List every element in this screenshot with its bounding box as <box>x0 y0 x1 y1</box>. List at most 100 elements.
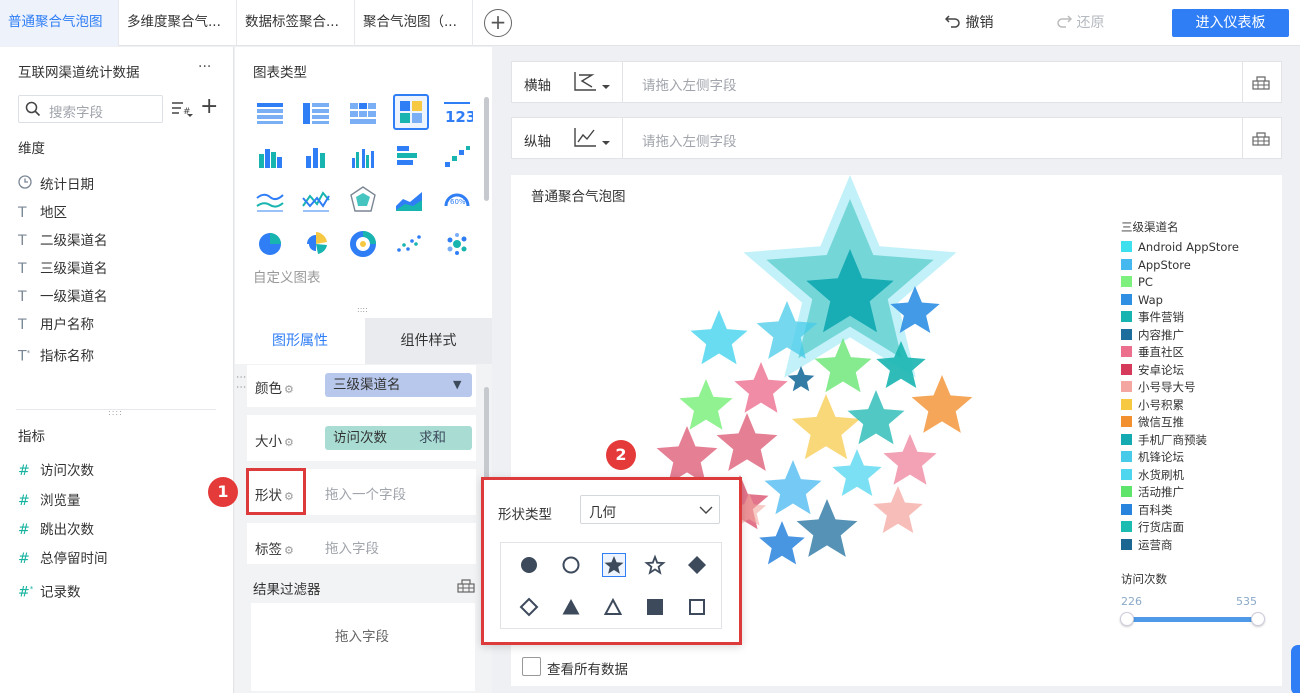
axis-settings-icon[interactable] <box>1252 130 1270 146</box>
tab-data-label-bubble[interactable]: 数据标签聚合... <box>237 0 355 46</box>
star-outline-shape-icon[interactable] <box>644 554 666 576</box>
panel-collapse-handle[interactable]: ⋮⋮ <box>235 372 246 392</box>
gear-icon[interactable]: ⚙ <box>284 383 294 396</box>
legend-item[interactable]: 垂直社区 <box>1121 344 1239 362</box>
star-bubble[interactable] <box>716 413 778 471</box>
diamond-shape-icon[interactable] <box>686 554 708 576</box>
resize-handle[interactable]: :::: <box>108 408 123 417</box>
legend-item[interactable]: Android AppStore <box>1121 239 1239 257</box>
crosstab-chart-icon[interactable] <box>300 96 332 128</box>
aggregation-label[interactable]: 求和 <box>419 426 446 450</box>
filter-icon[interactable]: ▼ <box>453 373 461 397</box>
card-chart-icon[interactable] <box>393 94 429 130</box>
circle-outline-shape-icon[interactable] <box>560 554 582 576</box>
square-outline-shape-icon[interactable] <box>686 596 708 618</box>
redo-button[interactable]: 还原 <box>1056 0 1104 46</box>
field-record-count[interactable]: #* 记录数 <box>18 577 81 601</box>
chart-type-scrollbar[interactable] <box>484 97 489 201</box>
horizontal-bar-icon[interactable] <box>393 140 425 172</box>
filter-drop-zone[interactable] <box>251 603 475 691</box>
add-field-icon[interactable]: + <box>200 96 218 118</box>
area-chart-icon[interactable] <box>393 184 425 216</box>
size-range-min-handle[interactable] <box>1120 612 1134 626</box>
legend-item[interactable]: 小号积累 <box>1121 397 1239 415</box>
circle-shape-icon[interactable] <box>518 554 540 576</box>
field-bounces[interactable]: # 跳出次数 <box>18 518 94 542</box>
legend-item[interactable]: 内容推广 <box>1121 327 1239 345</box>
star-bubble[interactable] <box>832 449 882 496</box>
tab-bubble-other[interactable]: 聚合气泡图（... <box>355 0 473 46</box>
tab-graphic-props[interactable]: 图形属性 <box>235 318 365 364</box>
field-visits[interactable]: # 访问次数 <box>18 459 94 483</box>
enter-dashboard-button[interactable]: 进入仪表板 <box>1172 9 1289 37</box>
kpi-number-icon[interactable]: 123 <box>441 96 473 128</box>
legend-item[interactable]: 机锋论坛 <box>1121 449 1239 467</box>
assistant-edge-icon[interactable] <box>1291 645 1300 693</box>
y-axis-type-icon[interactable] <box>574 126 612 152</box>
field-channel-l1[interactable]: T 一级渠道名 <box>18 285 108 309</box>
legend-item[interactable]: 活动推广 <box>1121 484 1239 502</box>
gauge-chart-icon[interactable]: 60% <box>441 184 473 216</box>
legend-item[interactable]: 小号导大号 <box>1121 379 1239 397</box>
tab-normal-bubble[interactable]: 普通聚合气泡图 <box>0 0 119 46</box>
search-field[interactable]: 搜索字段 <box>18 95 163 123</box>
y-axis-drop[interactable]: 纵轴 请拖入左侧字段 <box>511 117 1282 159</box>
custom-chart-label[interactable]: 自定义图表 <box>253 266 321 286</box>
star-bubble[interactable] <box>911 375 973 433</box>
field-user-name[interactable]: T 用户名称 <box>18 313 94 337</box>
resize-handle[interactable]: :::: <box>357 305 368 314</box>
scatter-chart-icon[interactable] <box>393 228 425 260</box>
shape-type-select[interactable]: 几何 <box>580 495 720 524</box>
field-channel-l3[interactable]: T 三级渠道名 <box>18 257 108 281</box>
star-bubble[interactable] <box>679 379 733 430</box>
line-chart-icon[interactable] <box>254 184 286 216</box>
column-chart-icon[interactable] <box>300 140 332 172</box>
triangle-shape-icon[interactable] <box>560 596 582 618</box>
star-bubble[interactable] <box>656 426 718 484</box>
legend-item[interactable]: PC <box>1121 274 1239 292</box>
field-metric-name[interactable]: T* 指标名称 <box>18 341 94 365</box>
gear-icon[interactable]: ⚙ <box>284 436 294 449</box>
rose-chart-icon[interactable] <box>300 228 332 260</box>
x-axis-drop[interactable]: 横轴 请拖入左侧字段 <box>511 61 1282 103</box>
field-pageviews[interactable]: # 浏览量 <box>18 489 81 513</box>
detail-table-icon[interactable] <box>347 96 379 128</box>
square-shape-icon[interactable] <box>644 596 666 618</box>
radar-chart-icon[interactable] <box>347 184 379 216</box>
star-bubble[interactable] <box>690 310 748 365</box>
star-bubble[interactable] <box>759 521 805 565</box>
legend-item[interactable]: 手机厂商预装 <box>1121 432 1239 450</box>
legend-item[interactable]: 行货店面 <box>1121 519 1239 537</box>
gear-icon[interactable]: ⚙ <box>284 490 294 503</box>
add-tab-icon[interactable]: + <box>484 9 512 37</box>
legend-item[interactable]: 安卓论坛 <box>1121 362 1239 380</box>
pie-chart-icon[interactable] <box>254 228 286 260</box>
star-bubble[interactable] <box>791 394 861 460</box>
tab-component-style[interactable]: 组件样式 <box>365 318 492 364</box>
star-bubble[interactable] <box>734 362 788 413</box>
stacked-bar-icon[interactable] <box>254 140 286 172</box>
table-chart-icon[interactable] <box>254 96 286 128</box>
field-sort-icon[interactable]: # <box>171 100 193 122</box>
triangle-outline-shape-icon[interactable] <box>602 596 624 618</box>
star-shape-icon[interactable] <box>602 553 626 577</box>
diamond-outline-shape-icon[interactable] <box>518 596 540 618</box>
tag-drop-zone[interactable]: 拖入字段 <box>325 537 379 557</box>
axis-settings-icon[interactable] <box>1252 74 1270 90</box>
gear-icon[interactable]: ⚙ <box>284 544 294 557</box>
x-axis-type-icon[interactable] <box>574 70 612 96</box>
bubble-chart-icon[interactable] <box>441 228 473 260</box>
grouped-column-icon[interactable] <box>347 140 379 172</box>
field-channel-l2[interactable]: T 二级渠道名 <box>18 229 108 253</box>
waterfall-chart-icon[interactable] <box>441 140 473 172</box>
star-bubble[interactable] <box>764 460 822 515</box>
field-stat-date[interactable]: 统计日期 <box>18 173 94 197</box>
field-region[interactable]: T 地区 <box>18 201 67 225</box>
tab-multi-dim-bubble[interactable]: 多维度聚合气... <box>119 0 237 46</box>
filter-settings-icon[interactable] <box>457 577 475 593</box>
size-range-max-handle[interactable] <box>1251 612 1265 626</box>
star-bubble[interactable] <box>847 390 905 445</box>
show-all-checkbox[interactable] <box>522 657 541 676</box>
more-icon[interactable]: ··· <box>198 59 211 75</box>
legend-item[interactable]: 微信互推 <box>1121 414 1239 432</box>
